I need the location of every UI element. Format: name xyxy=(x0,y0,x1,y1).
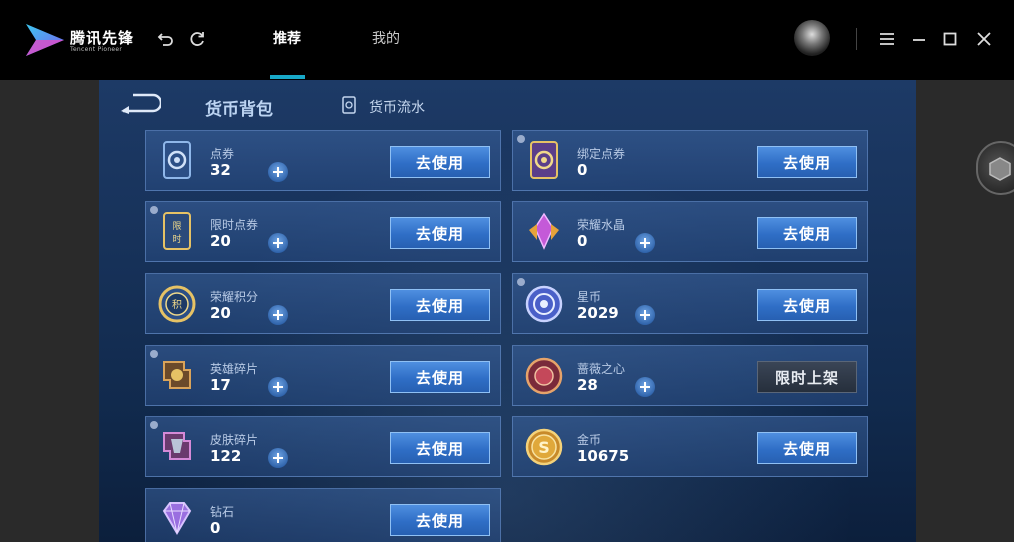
back-arrow-icon[interactable] xyxy=(119,92,161,114)
glory-crystal-icon xyxy=(529,212,559,250)
currency-amount: 28 xyxy=(577,376,598,394)
add-currency-button[interactable] xyxy=(635,305,655,325)
divider xyxy=(856,28,857,50)
currency-amount: 0 xyxy=(577,232,588,250)
currency-card-hero-shard: 英雄碎片 17 去使用 xyxy=(145,345,501,406)
tab-recommend[interactable]: 推荐 xyxy=(273,28,301,48)
skin-shard-icon xyxy=(163,432,191,460)
currency-name: 绑定点券 xyxy=(577,147,626,161)
use-button[interactable]: 去使用 xyxy=(757,432,857,464)
currency-card-rose-heart: 蔷薇之心 28 限时上架 xyxy=(512,345,868,406)
currency-name: 金币 xyxy=(577,433,602,447)
active-tab-indicator xyxy=(270,75,305,79)
refresh-icon[interactable] xyxy=(187,29,207,49)
use-button[interactable]: 去使用 xyxy=(390,289,490,321)
bound-voucher-icon xyxy=(530,141,558,179)
currency-flow-icon[interactable] xyxy=(342,96,356,114)
maximize-icon[interactable] xyxy=(940,29,960,49)
currency-name: 荣耀积分 xyxy=(210,290,259,304)
brand-subtitle: Tencent Pioneer xyxy=(70,46,123,53)
gold-coin-icon: S xyxy=(525,428,563,466)
hero-shard-icon xyxy=(163,361,191,389)
currency-card-diamond: 钻石 0 去使用 xyxy=(145,488,501,542)
use-button[interactable]: 去使用 xyxy=(757,217,857,249)
currency-name: 限时点券 xyxy=(210,218,259,232)
currency-amount: 20 xyxy=(210,232,231,250)
currency-name: 钻石 xyxy=(210,505,235,519)
add-currency-button[interactable] xyxy=(268,162,288,182)
hexagon-icon xyxy=(989,157,1011,181)
add-currency-button[interactable] xyxy=(268,448,288,468)
minimize-icon[interactable] xyxy=(909,29,929,49)
add-currency-button[interactable] xyxy=(268,305,288,325)
svg-text:积: 积 xyxy=(172,299,182,311)
currency-card-limited-voucher: 限 时 限时点券 20 去使用 xyxy=(145,201,501,262)
side-panel-handle[interactable] xyxy=(976,141,1014,195)
currency-card-skin-shard: 皮肤碎片 122 去使用 xyxy=(145,416,501,477)
currency-amount: 17 xyxy=(210,376,231,394)
app-logo-icon xyxy=(26,24,64,56)
currency-name: 点券 xyxy=(210,147,235,161)
title-bar: 腾讯先锋 Tencent Pioneer 推荐 我的 xyxy=(0,0,1014,80)
currency-card-glory-crystal: 荣耀水晶 0 去使用 xyxy=(512,201,868,262)
currency-backpack-panel: 货币背包 货币流水 点券 32 去使用 限 时 限时点券 20 去使用 积 荣耀… xyxy=(99,80,916,542)
use-button[interactable]: 去使用 xyxy=(757,146,857,178)
close-icon[interactable] xyxy=(974,29,994,49)
currency-amount: 10675 xyxy=(577,447,630,465)
currency-amount: 122 xyxy=(210,447,242,465)
currency-flow-link[interactable]: 货币流水 xyxy=(369,97,425,117)
add-currency-button[interactable] xyxy=(635,377,655,397)
use-button[interactable]: 去使用 xyxy=(390,504,490,536)
currency-name: 皮肤碎片 xyxy=(210,433,259,447)
avatar[interactable] xyxy=(794,20,830,56)
currency-amount: 20 xyxy=(210,304,231,322)
svg-text:限: 限 xyxy=(172,221,181,232)
currency-card-star-coin: 星币 2029 去使用 xyxy=(512,273,868,334)
voucher-card-icon xyxy=(163,141,191,179)
currency-amount: 0 xyxy=(577,161,588,179)
currency-name: 蔷薇之心 xyxy=(577,362,626,376)
currency-card-bound-voucher: 绑定点券 0 去使用 xyxy=(512,130,868,191)
currency-card-voucher: 点券 32 去使用 xyxy=(145,130,501,191)
add-currency-button[interactable] xyxy=(268,377,288,397)
page-title: 货币背包 xyxy=(205,100,273,120)
glory-points-icon: 积 xyxy=(158,285,196,323)
use-button[interactable]: 去使用 xyxy=(390,432,490,464)
currency-name: 荣耀水晶 xyxy=(577,218,626,232)
use-button[interactable]: 去使用 xyxy=(390,217,490,249)
undo-icon[interactable] xyxy=(156,29,176,49)
brand-name: 腾讯先锋 xyxy=(70,29,135,47)
currency-amount: 2029 xyxy=(577,304,619,322)
limited-release-button[interactable]: 限时上架 xyxy=(757,361,857,393)
svg-text:S: S xyxy=(538,438,550,457)
add-currency-button[interactable] xyxy=(268,233,288,253)
currency-card-gold-coin: S 金币 10675 去使用 xyxy=(512,416,868,477)
currency-card-glory-points: 积 荣耀积分 20 去使用 xyxy=(145,273,501,334)
use-button[interactable]: 去使用 xyxy=(757,289,857,321)
rose-heart-icon xyxy=(525,357,563,395)
limited-voucher-icon: 限 时 xyxy=(163,212,191,250)
currency-name: 英雄碎片 xyxy=(210,362,259,376)
left-gutter xyxy=(0,80,99,542)
svg-text:时: 时 xyxy=(172,233,181,245)
star-coin-icon xyxy=(525,285,563,323)
diamond-icon xyxy=(162,502,192,535)
tab-mine[interactable]: 我的 xyxy=(372,28,400,48)
use-button[interactable]: 去使用 xyxy=(390,361,490,393)
brand: 腾讯先锋 Tencent Pioneer xyxy=(70,30,134,54)
currency-amount: 32 xyxy=(210,161,231,179)
currency-amount: 0 xyxy=(210,519,221,537)
add-currency-button[interactable] xyxy=(635,233,655,253)
use-button[interactable]: 去使用 xyxy=(390,146,490,178)
currency-name: 星币 xyxy=(577,290,602,304)
menu-icon[interactable] xyxy=(877,29,897,49)
